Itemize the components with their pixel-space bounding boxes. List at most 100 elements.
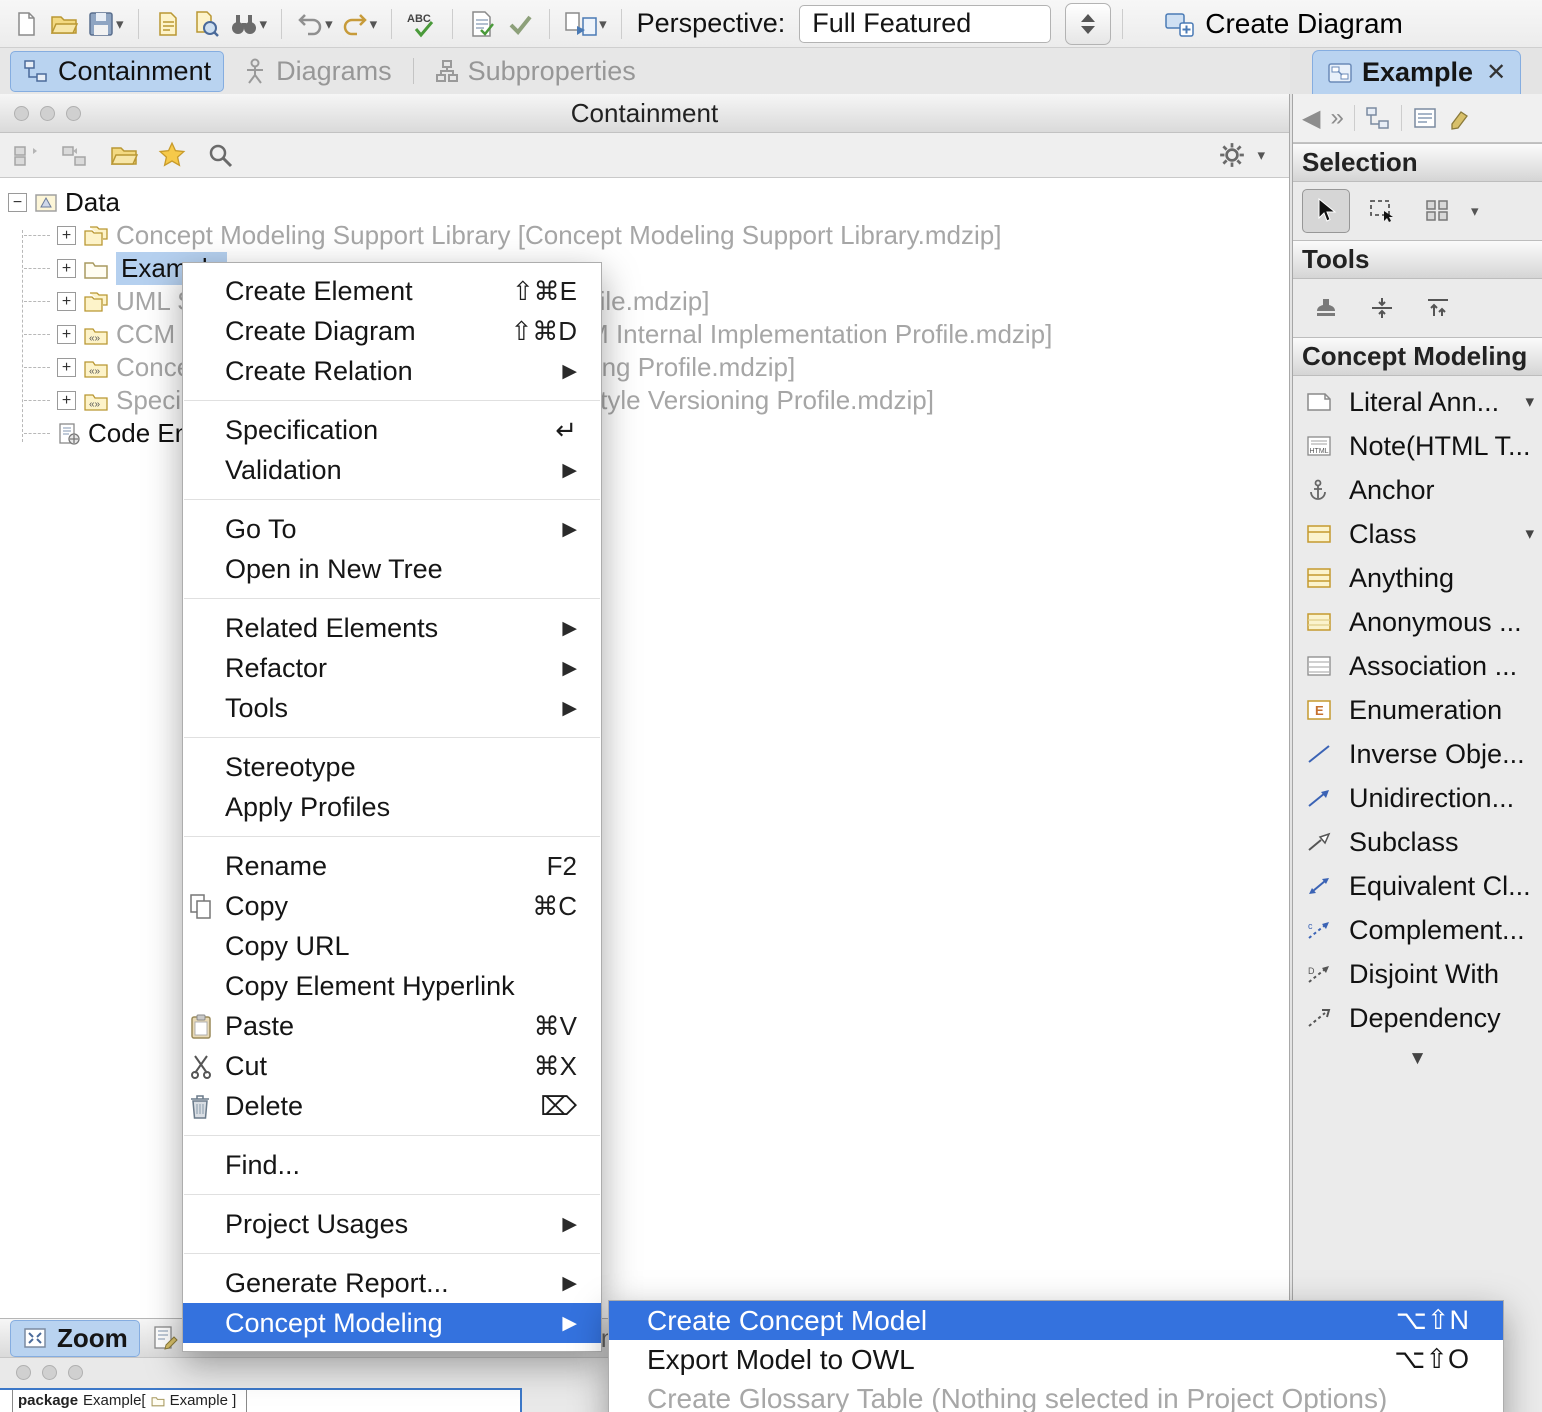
diagram-tree-icon[interactable]	[1365, 106, 1391, 130]
diagram-tab-example[interactable]: Example ✕	[1312, 50, 1521, 94]
palette-item-complement[interactable]: c Complement...	[1293, 908, 1542, 952]
dropdown-caret-icon[interactable]: ▾	[1525, 392, 1534, 412]
section-header-tools[interactable]: Tools	[1293, 240, 1542, 279]
tree-row-support-library[interactable]: + Concept Modeling Support Library [Conc…	[8, 219, 1289, 252]
undo-button[interactable]: ▾	[293, 4, 336, 44]
open-project-button[interactable]	[46, 4, 82, 44]
palette-item-anything[interactable]: Anything	[1293, 556, 1542, 600]
menu-item-validation[interactable]: Validation ▶	[183, 450, 601, 490]
menu-item-project-usages[interactable]: Project Usages ▶	[183, 1204, 601, 1244]
palette-item-anchor[interactable]: Anchor	[1293, 468, 1542, 512]
open-in-new-tab-button[interactable]	[106, 135, 142, 175]
palette-item-unidirectional-association[interactable]: Unidirection...	[1293, 776, 1542, 820]
align-top-button[interactable]	[1414, 286, 1462, 330]
menu-item-copy[interactable]: Copy ⌘C	[183, 886, 601, 926]
menu-item-delete[interactable]: Delete ⌦	[183, 1086, 601, 1126]
tree-row-data[interactable]: − Data	[8, 186, 1289, 219]
menu-item-cut[interactable]: Cut ⌘X	[183, 1046, 601, 1086]
palette-item-equivalent-class[interactable]: Equivalent Cl...	[1293, 864, 1542, 908]
menu-item-related-elements[interactable]: Related Elements ▶	[183, 608, 601, 648]
new-project-button[interactable]	[8, 4, 44, 44]
align-middle-button[interactable]	[1358, 286, 1406, 330]
minimize-window-icon[interactable]	[42, 1365, 57, 1380]
commit-changes-button[interactable]: ▾	[561, 4, 610, 44]
palette-item-disjoint-with[interactable]: D Disjoint With	[1293, 952, 1542, 996]
menu-item-apply-profiles[interactable]: Apply Profiles	[183, 787, 601, 827]
menu-item-stereotype[interactable]: Stereotype	[183, 747, 601, 787]
menu-item-create-relation[interactable]: Create Relation ▶	[183, 351, 601, 391]
save-button[interactable]: ▾	[84, 4, 127, 44]
menu-item-find[interactable]: Find...	[183, 1145, 601, 1185]
menu-item-specification[interactable]: Specification ↵	[183, 410, 601, 450]
multi-select-button[interactable]	[1414, 189, 1462, 233]
settings-button[interactable]	[1214, 135, 1250, 175]
submenu-item-export-model-to-owl[interactable]: Export Model to OWL ⌥⇧O	[609, 1340, 1503, 1379]
section-header-concept-modeling[interactable]: Concept Modeling	[1293, 337, 1542, 376]
marquee-select-button[interactable]	[1358, 189, 1406, 233]
check-button[interactable]	[502, 4, 538, 44]
diagram-canvas[interactable]: package Example[ Example ]	[0, 1388, 522, 1412]
expand-icon[interactable]: +	[57, 259, 76, 278]
zoom-window-icon[interactable]	[66, 106, 81, 121]
dropdown-caret-icon[interactable]: ▾	[1525, 524, 1534, 544]
perspective-select[interactable]: Full Featured	[799, 5, 1051, 43]
paint-icon[interactable]	[1448, 106, 1474, 130]
spelling-button[interactable]: ABC	[403, 4, 441, 44]
select-tool-button[interactable]	[1302, 189, 1350, 233]
expand-icon[interactable]: +	[57, 358, 76, 377]
palette-item-literal-annotation[interactable]: Literal Ann... ▾	[1293, 380, 1542, 424]
menu-item-tools[interactable]: Tools ▶	[183, 688, 601, 728]
print-preview-button[interactable]	[188, 4, 224, 44]
menu-item-go-to[interactable]: Go To ▶	[183, 509, 601, 549]
palette-item-enumeration[interactable]: E Enumeration	[1293, 688, 1542, 732]
close-icon[interactable]: ✕	[1486, 58, 1506, 87]
dropdown-caret-icon[interactable]: ▾	[1471, 202, 1479, 220]
redo-button[interactable]: ▾	[338, 4, 381, 44]
menu-item-refactor[interactable]: Refactor ▶	[183, 648, 601, 688]
favorites-button[interactable]	[154, 135, 190, 175]
find-button[interactable]: ▾	[226, 4, 271, 44]
menu-item-rename[interactable]: Rename F2	[183, 846, 601, 886]
validate-button[interactable]	[464, 4, 500, 44]
section-header-selection[interactable]: Selection	[1293, 143, 1542, 182]
minimize-window-icon[interactable]	[40, 106, 55, 121]
menu-item-copy-url[interactable]: Copy URL	[183, 926, 601, 966]
close-window-icon[interactable]	[14, 106, 29, 121]
menu-item-paste[interactable]: Paste ⌘V	[183, 1006, 601, 1046]
tab-subproperties[interactable]: Subproperties	[422, 51, 649, 92]
collapse-icon[interactable]: −	[8, 193, 27, 212]
palette-more-button[interactable]: ▼	[1293, 1040, 1542, 1078]
menu-item-create-element[interactable]: Create Element ⇧⌘E	[183, 271, 601, 311]
palette-item-anonymous[interactable]: Anonymous ...	[1293, 600, 1542, 644]
perspective-stepper[interactable]	[1065, 3, 1111, 45]
quick-find-button[interactable]	[202, 135, 238, 175]
zoom-panel-tab[interactable]: Zoom	[10, 1320, 140, 1357]
palette-item-association[interactable]: Association ...	[1293, 644, 1542, 688]
menu-item-open-in-new-tree[interactable]: Open in New Tree	[183, 549, 601, 589]
tab-diagrams[interactable]: Diagrams	[230, 51, 405, 92]
show-auxiliary-resources-button[interactable]	[10, 135, 46, 175]
back-icon[interactable]: ◀	[1302, 104, 1320, 133]
menu-item-copy-element-hyperlink[interactable]: Copy Element Hyperlink	[183, 966, 601, 1006]
zoom-window-icon[interactable]	[68, 1365, 83, 1380]
create-diagram-button[interactable]: Create Diagram	[1160, 4, 1406, 44]
print-button[interactable]	[150, 4, 186, 44]
tab-containment[interactable]: Containment	[10, 51, 224, 92]
expand-icon[interactable]: +	[57, 226, 76, 245]
expand-icon[interactable]: +	[57, 391, 76, 410]
tree-view-options-button[interactable]	[58, 135, 94, 175]
stamp-tool-button[interactable]	[1302, 286, 1350, 330]
menu-item-concept-modeling[interactable]: Concept Modeling ▶	[183, 1303, 601, 1343]
expand-icon[interactable]: +	[57, 292, 76, 311]
palette-item-class[interactable]: Class ▾	[1293, 512, 1542, 556]
forward-chevrons-icon[interactable]: »	[1330, 104, 1343, 132]
submenu-item-create-concept-model[interactable]: Create Concept Model ⌥⇧N	[609, 1301, 1503, 1340]
close-window-icon[interactable]	[16, 1365, 31, 1380]
diagram-properties-icon[interactable]	[1412, 106, 1438, 130]
menu-item-generate-report[interactable]: Generate Report... ▶	[183, 1263, 601, 1303]
palette-item-dependency[interactable]: Dependency	[1293, 996, 1542, 1040]
expand-icon[interactable]: +	[57, 325, 76, 344]
dropdown-caret-icon[interactable]: ▾	[1257, 146, 1265, 164]
palette-item-subclass[interactable]: Subclass	[1293, 820, 1542, 864]
palette-item-inverse-object-property[interactable]: Inverse Obje...	[1293, 732, 1542, 776]
